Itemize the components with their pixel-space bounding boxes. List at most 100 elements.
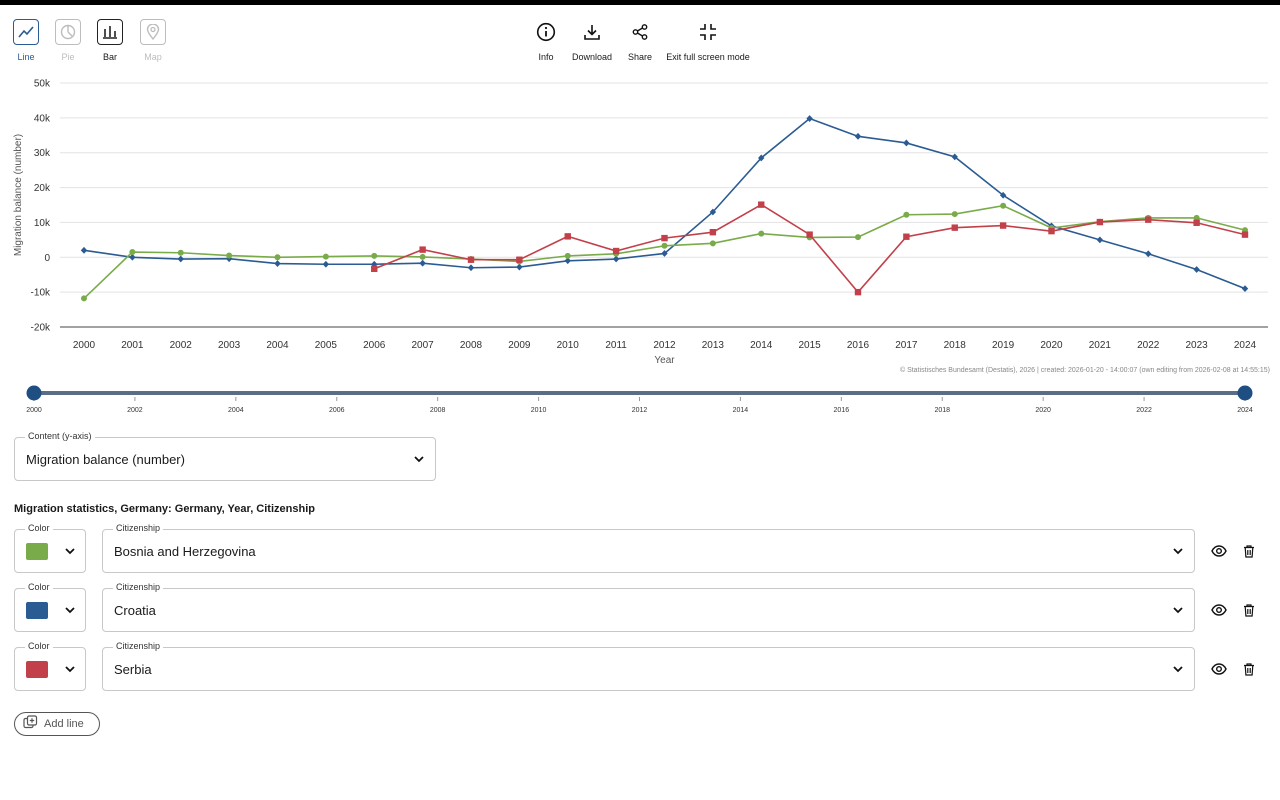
content-select-label: Content (y-axis) bbox=[25, 431, 95, 441]
add-line-button[interactable]: Add line bbox=[14, 712, 100, 736]
info-icon bbox=[526, 22, 566, 42]
content-y-axis-select[interactable]: Content (y-axis) Migration balance (numb… bbox=[14, 431, 436, 481]
data-point-bosnia-and-herzegovina bbox=[81, 295, 87, 302]
data-point-croatia bbox=[854, 132, 862, 140]
info-label: Info bbox=[538, 52, 554, 62]
data-point-croatia bbox=[177, 255, 184, 263]
y-tick-label: 0 bbox=[44, 253, 50, 264]
data-point-croatia bbox=[322, 260, 330, 268]
color-label: Color bbox=[25, 641, 53, 651]
y-tick-label: 10k bbox=[34, 218, 51, 229]
trash-icon[interactable] bbox=[1241, 661, 1257, 677]
chart-type-label: Line bbox=[17, 52, 35, 62]
x-tick-label: 2000 bbox=[73, 340, 96, 351]
share-icon bbox=[620, 22, 660, 42]
exit-fullscreen-button[interactable]: Exit full screen mode bbox=[663, 22, 753, 62]
chart-type-bar[interactable]: Bar bbox=[90, 19, 130, 62]
slider-tick-label: 2020 bbox=[1035, 407, 1051, 414]
chevron-down-icon bbox=[64, 544, 76, 562]
slider-tick-label: 2002 bbox=[127, 407, 143, 414]
data-point-bosnia-and-herzegovina bbox=[855, 234, 861, 241]
bar-chart-icon bbox=[97, 19, 123, 45]
x-tick-label: 2019 bbox=[992, 340, 1015, 351]
eye-icon[interactable] bbox=[1211, 543, 1227, 559]
citizenship-label: Citizenship bbox=[113, 641, 164, 651]
chart-type-label: Map bbox=[144, 52, 162, 62]
trash-icon[interactable] bbox=[1241, 543, 1257, 559]
x-tick-label: 2004 bbox=[266, 340, 289, 351]
x-tick-label: 2015 bbox=[799, 340, 822, 351]
eye-icon[interactable] bbox=[1211, 661, 1227, 677]
x-tick-label: 2007 bbox=[412, 340, 435, 351]
data-point-croatia bbox=[274, 260, 281, 267]
slider-tick-label: 2024 bbox=[1237, 407, 1253, 414]
line-color-select[interactable]: Color bbox=[14, 582, 86, 632]
x-tick-label: 2016 bbox=[847, 340, 870, 351]
citizenship-select[interactable]: Citizenship Serbia bbox=[102, 641, 1195, 691]
download-icon bbox=[567, 22, 617, 42]
pie-chart-icon bbox=[55, 19, 81, 45]
year-range-slider[interactable]: 2000 2002 2004 2006 2008 2010 2012 2014 2016 2018… bbox=[0, 380, 1280, 420]
data-point-bosnia-and-herzegovina bbox=[371, 252, 378, 259]
data-point-bosnia-and-herzegovina bbox=[177, 249, 184, 256]
data-point-serbia bbox=[1145, 216, 1152, 223]
x-tick-label: 2014 bbox=[750, 340, 773, 351]
x-tick-label: 2012 bbox=[653, 340, 676, 351]
slider-tick-label: 2018 bbox=[934, 407, 950, 414]
slider-handle-start[interactable] bbox=[26, 385, 42, 401]
citizenship-value: Croatia bbox=[114, 603, 156, 618]
x-tick-label: 2005 bbox=[315, 340, 338, 351]
data-point-serbia bbox=[806, 231, 813, 238]
trash-icon[interactable] bbox=[1241, 602, 1257, 618]
data-point-serbia bbox=[709, 228, 717, 236]
chart-type-line[interactable]: Line bbox=[6, 19, 46, 62]
data-point-croatia bbox=[467, 264, 475, 272]
x-tick-label: 2024 bbox=[1234, 340, 1257, 351]
download-button[interactable]: Download bbox=[567, 22, 617, 62]
citizenship-select[interactable]: Citizenship Croatia bbox=[102, 582, 1195, 632]
slider-handle-end[interactable] bbox=[1237, 385, 1253, 401]
citizenship-label: Citizenship bbox=[113, 523, 164, 533]
slider-tick-label: 2006 bbox=[329, 407, 345, 414]
eye-icon[interactable] bbox=[1211, 602, 1227, 618]
x-tick-label: 2018 bbox=[944, 340, 967, 351]
x-tick-label: 2013 bbox=[702, 340, 725, 351]
series-line-serbia bbox=[373, 203, 1246, 294]
data-point-serbia bbox=[1193, 219, 1200, 226]
chart-type-map[interactable]: Map bbox=[133, 19, 173, 62]
citizenship-select[interactable]: Citizenship Bosnia and Herzegovina bbox=[102, 523, 1195, 573]
x-tick-label: 2023 bbox=[1186, 340, 1209, 351]
chart-type-pie[interactable]: Pie bbox=[48, 19, 88, 62]
data-point-bosnia-and-herzegovina bbox=[226, 252, 233, 259]
add-line-icon bbox=[23, 715, 38, 733]
x-tick-label: 2022 bbox=[1137, 340, 1160, 351]
data-point-bosnia-and-herzegovina bbox=[951, 211, 958, 218]
data-point-serbia bbox=[1048, 227, 1055, 235]
data-point-croatia bbox=[516, 263, 523, 271]
data-point-serbia bbox=[612, 247, 620, 255]
x-tick-label: 2002 bbox=[170, 340, 193, 351]
color-swatch bbox=[26, 543, 48, 560]
y-axis-title: Migration balance (number) bbox=[13, 134, 24, 256]
line-color-select[interactable]: Color bbox=[14, 523, 86, 573]
data-point-croatia bbox=[903, 139, 910, 147]
line-chart-icon bbox=[13, 19, 39, 45]
chart-type-label: Pie bbox=[61, 52, 75, 62]
share-button[interactable]: Share bbox=[620, 22, 660, 62]
y-tick-label: 30k bbox=[34, 148, 51, 159]
data-point-bosnia-and-herzegovina bbox=[322, 253, 329, 260]
copyright-credit: © Statistisches Bundesamt (Destatis), 20… bbox=[899, 367, 1270, 374]
download-label: Download bbox=[571, 52, 613, 62]
info-button[interactable]: Info bbox=[526, 22, 566, 62]
y-tick-label: 20k bbox=[34, 183, 51, 194]
data-point-serbia bbox=[564, 233, 571, 240]
x-tick-label: 2001 bbox=[121, 340, 144, 351]
line-color-select[interactable]: Color bbox=[14, 641, 86, 691]
slider-tick-label: 2010 bbox=[531, 407, 547, 414]
share-label: Share bbox=[627, 52, 653, 62]
content-select-value: Migration balance (number) bbox=[26, 452, 185, 467]
y-tick-label: -10k bbox=[31, 288, 51, 299]
x-tick-label: 2011 bbox=[605, 340, 627, 351]
data-point-serbia bbox=[371, 265, 378, 272]
data-point-croatia bbox=[1193, 266, 1200, 273]
